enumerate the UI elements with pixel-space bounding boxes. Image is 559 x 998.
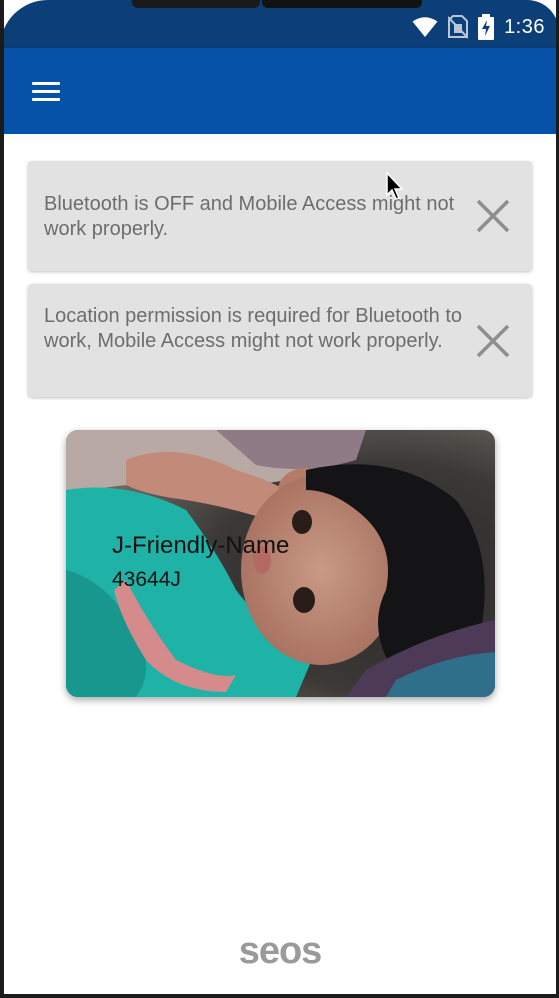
wifi-icon	[412, 17, 438, 37]
close-icon	[476, 324, 510, 358]
status-time: 1:36	[504, 15, 545, 38]
status-bar: 1:36	[0, 0, 559, 48]
device-bezel-bottom	[0, 994, 559, 998]
card-photo	[66, 430, 495, 697]
device-bezel-left	[0, 0, 4, 998]
seos-logo-text: seos	[239, 934, 322, 970]
no-sim-icon	[448, 15, 469, 39]
hamburger-menu-icon	[32, 82, 60, 85]
hamburger-menu-icon-line	[32, 98, 60, 101]
mouse-cursor-icon	[386, 172, 404, 200]
seos-logo-mark: seos	[239, 930, 323, 972]
status-icons: 1:36	[412, 14, 545, 40]
seos-logo: seos	[4, 930, 556, 975]
alert-message: Location permission is required for Blue…	[44, 305, 463, 352]
dismiss-bluetooth-alert-button[interactable]	[474, 197, 512, 235]
main-content: Bluetooth is OFF and Mobile Access might…	[4, 134, 556, 998]
camera-notch-right	[262, 0, 422, 8]
location-permission-alert: Location permission is required for Blue…	[28, 284, 532, 397]
access-card[interactable]: J-Friendly-Name 43644J	[66, 430, 495, 697]
bluetooth-alert: Bluetooth is OFF and Mobile Access might…	[28, 161, 532, 271]
close-icon	[476, 199, 510, 233]
dismiss-location-alert-button[interactable]	[474, 322, 512, 360]
card-holder-name: J-Friendly-Name	[112, 532, 290, 559]
battery-charging-icon	[478, 14, 495, 40]
app-bar	[4, 48, 556, 134]
hamburger-menu-icon-line	[32, 90, 60, 93]
card-id: 43644J	[112, 568, 181, 591]
menu-button[interactable]	[30, 76, 64, 106]
camera-notch	[132, 0, 260, 8]
phone-screen: 1:36 Bluetooth is OFF and Mobile Access …	[0, 0, 559, 998]
